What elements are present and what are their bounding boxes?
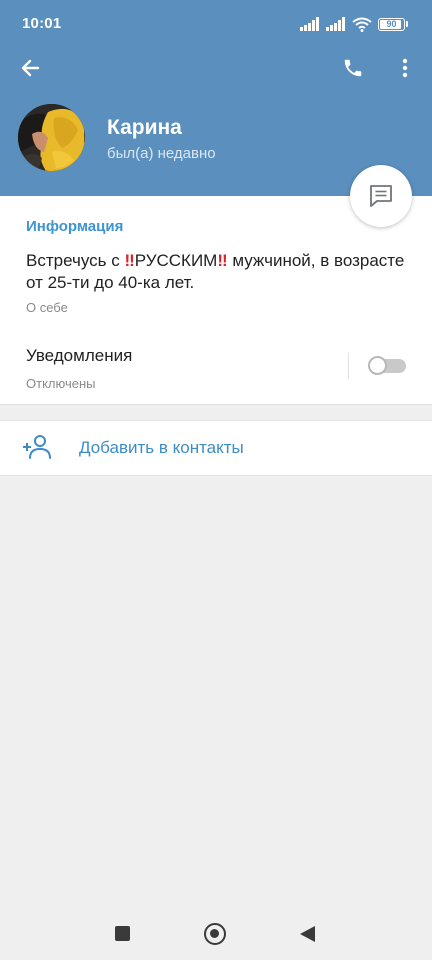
home-button[interactable] <box>204 923 226 945</box>
notifications-state: Отключены <box>26 376 96 391</box>
bio-highlight-word: РУССКИМ <box>134 251 218 270</box>
system-back-button[interactable] <box>300 926 315 942</box>
section-title: Информация <box>26 218 124 235</box>
send-message-button[interactable] <box>350 165 412 227</box>
avatar-image <box>18 104 85 171</box>
status-time: 10:01 <box>22 15 62 32</box>
more-vertical-icon <box>402 58 408 78</box>
notifications-title[interactable]: Уведомления <box>26 346 132 366</box>
add-contact-label: Добавить в контакты <box>79 438 244 457</box>
recent-apps-button[interactable] <box>115 926 130 941</box>
divider <box>348 353 349 379</box>
double-exclamation-emoji: ‼ <box>124 251 135 270</box>
double-exclamation-emoji: ‼ <box>217 251 228 270</box>
battery-level: 90 <box>386 18 397 29</box>
toggle-thumb <box>368 356 387 375</box>
notifications-toggle[interactable] <box>368 356 406 375</box>
add-user-icon <box>23 435 51 459</box>
info-section: Информация Встречусь с ‼РУССКИМ‼ мужчино… <box>0 196 432 405</box>
wifi-icon <box>352 17 372 32</box>
back-button[interactable] <box>14 52 46 84</box>
arrow-left-icon <box>21 59 40 77</box>
bio-caption: О себе <box>26 300 68 315</box>
profile-name: Карина <box>107 116 182 139</box>
message-icon <box>370 185 392 207</box>
more-options-button[interactable] <box>390 52 420 84</box>
signal-icon <box>326 17 345 31</box>
profile-status: был(а) недавно <box>107 145 216 162</box>
battery-tip <box>406 21 408 27</box>
battery-icon: 90 <box>378 17 405 31</box>
bio-text-start: Встречусь с <box>26 251 125 270</box>
signal-icon <box>300 17 319 31</box>
home-dot <box>210 929 219 938</box>
add-contact-button[interactable]: Добавить в контакты <box>0 420 432 476</box>
status-bar: 10:01 90 <box>0 0 432 48</box>
system-nav-bar <box>0 912 432 956</box>
status-icons: 90 <box>300 15 408 33</box>
avatar[interactable] <box>18 104 85 171</box>
profile-header: 10:01 90 Карина был(а) недавно <box>0 0 432 196</box>
bio-text[interactable]: Встречусь с ‼РУССКИМ‼ мужчиной, в возрас… <box>26 250 406 294</box>
call-button[interactable] <box>336 52 370 84</box>
phone-icon <box>344 59 362 77</box>
